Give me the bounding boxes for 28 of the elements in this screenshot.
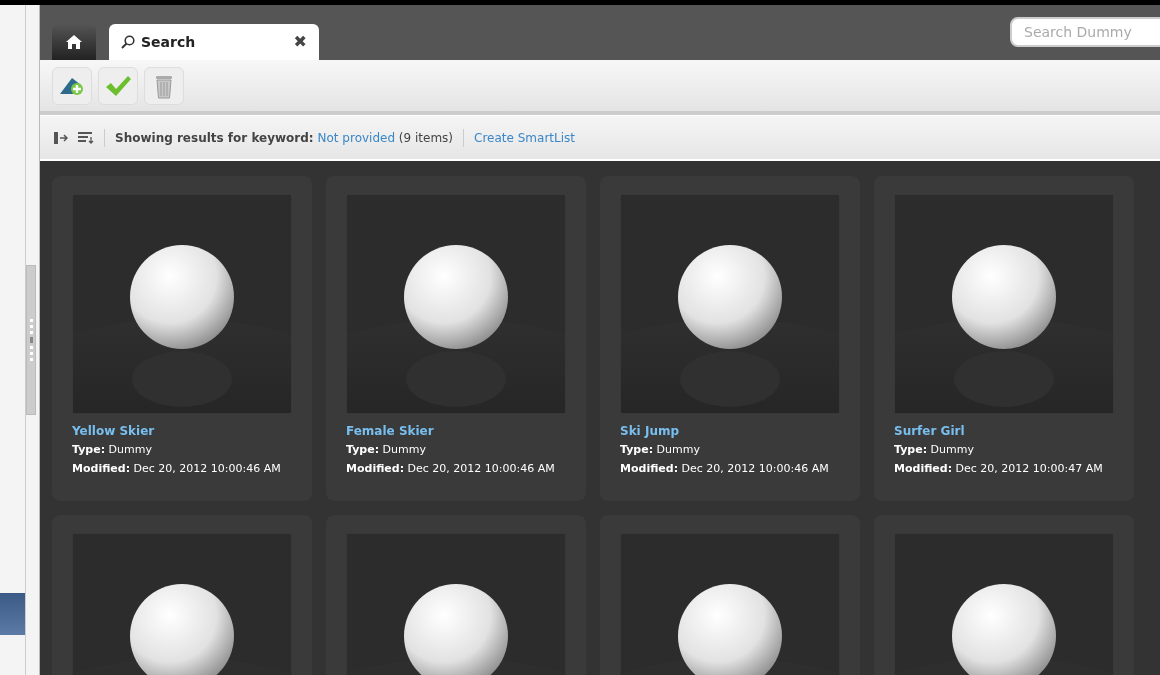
item-title[interactable]: Ski Jump (620, 422, 840, 440)
item-title[interactable]: Female Skier (346, 422, 566, 440)
item-title[interactable]: Yellow Skier (72, 422, 292, 440)
search-tab[interactable]: Search ✖ (109, 24, 319, 60)
result-card[interactable]: Ski Jump Type: Dummy Modified: Dec 20, 2012 10:00:46 AM (600, 176, 860, 501)
item-modified: Modified: Dec 20, 2012 10:00:46 AM (620, 460, 830, 477)
result-card[interactable]: Female Skier Type: Dummy Modified: Dec 20, 2012 10:00:46 AM (326, 176, 586, 501)
sort-icon[interactable] (78, 131, 94, 144)
result-card[interactable]: Surfer Girl Type: Dummy Modified: Dec 20, 2012 10:00:47 AM (874, 176, 1134, 501)
item-type: Type: Dummy (894, 442, 975, 458)
splitter-handle[interactable] (26, 265, 36, 415)
item-type: Type: Dummy (72, 442, 153, 458)
item-title[interactable]: Surfer Girl (894, 422, 1114, 440)
home-tab[interactable] (52, 24, 96, 60)
home-icon (66, 35, 82, 49)
item-modified: Modified: Dec 20, 2012 10:00:47 AM (894, 460, 1104, 477)
expand-panel-icon[interactable] (54, 131, 68, 144)
item-type: Type: Dummy (346, 442, 427, 458)
item-type: Type: Dummy (620, 442, 701, 458)
result-card[interactable]: Yellow Skier Type: Dummy Modified: Dec 20, 2012 10:00:46 AM (52, 176, 312, 501)
search-icon (121, 35, 135, 49)
results-summary: Showing results for keyword: Not provided (9 items) (115, 129, 454, 147)
search-field[interactable]: Search Dummy (1010, 17, 1160, 47)
add-button[interactable] (52, 66, 92, 105)
item-modified: Modified: Dec 20, 2012 10:00:46 AM (72, 460, 282, 477)
close-icon[interactable]: ✖ (293, 30, 307, 54)
checkmark-icon (104, 73, 132, 98)
item-modified: Modified: Dec 20, 2012 10:00:46 AM (346, 460, 556, 477)
